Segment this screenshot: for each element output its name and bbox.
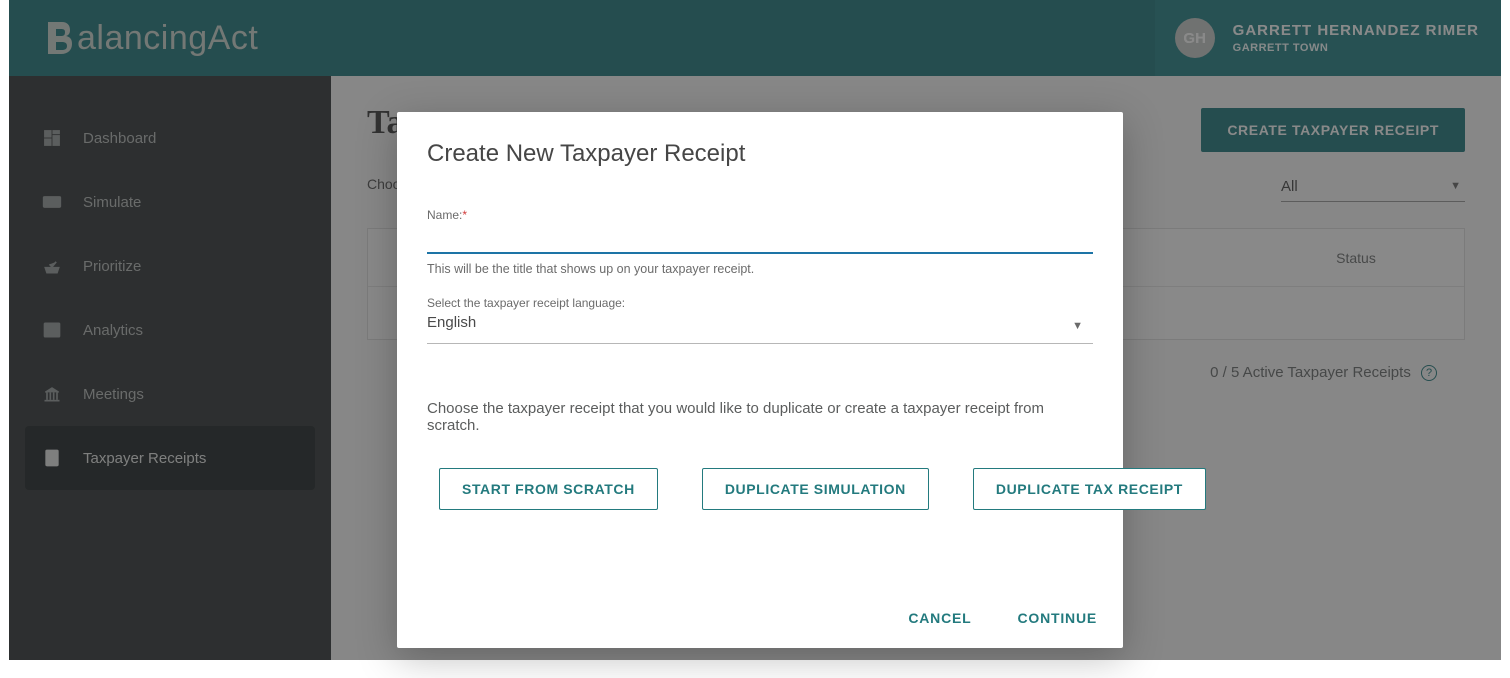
language-select[interactable]: English [427, 314, 1093, 344]
duplicate-tax-receipt-button[interactable]: DUPLICATE TAX RECEIPT [973, 468, 1206, 510]
start-from-scratch-button[interactable]: START FROM SCRATCH [439, 468, 658, 510]
create-receipt-modal: Create New Taxpayer Receipt Name:* This … [397, 112, 1123, 648]
language-label: Select the taxpayer receipt language: [427, 296, 1093, 310]
modal-prompt: Choose the taxpayer receipt that you wou… [427, 400, 1093, 434]
name-input[interactable] [427, 226, 1093, 254]
required-asterisk: * [462, 208, 467, 222]
duplicate-simulation-button[interactable]: DUPLICATE SIMULATION [702, 468, 929, 510]
continue-button[interactable]: CONTINUE [1017, 610, 1097, 626]
cancel-button[interactable]: CANCEL [908, 610, 971, 626]
name-label: Name: [427, 208, 462, 222]
name-hint: This will be the title that shows up on … [427, 262, 1093, 276]
creation-options: START FROM SCRATCH DUPLICATE SIMULATION … [427, 468, 1093, 510]
modal-actions: CANCEL CONTINUE [908, 610, 1097, 626]
modal-title: Create New Taxpayer Receipt [427, 140, 1093, 168]
